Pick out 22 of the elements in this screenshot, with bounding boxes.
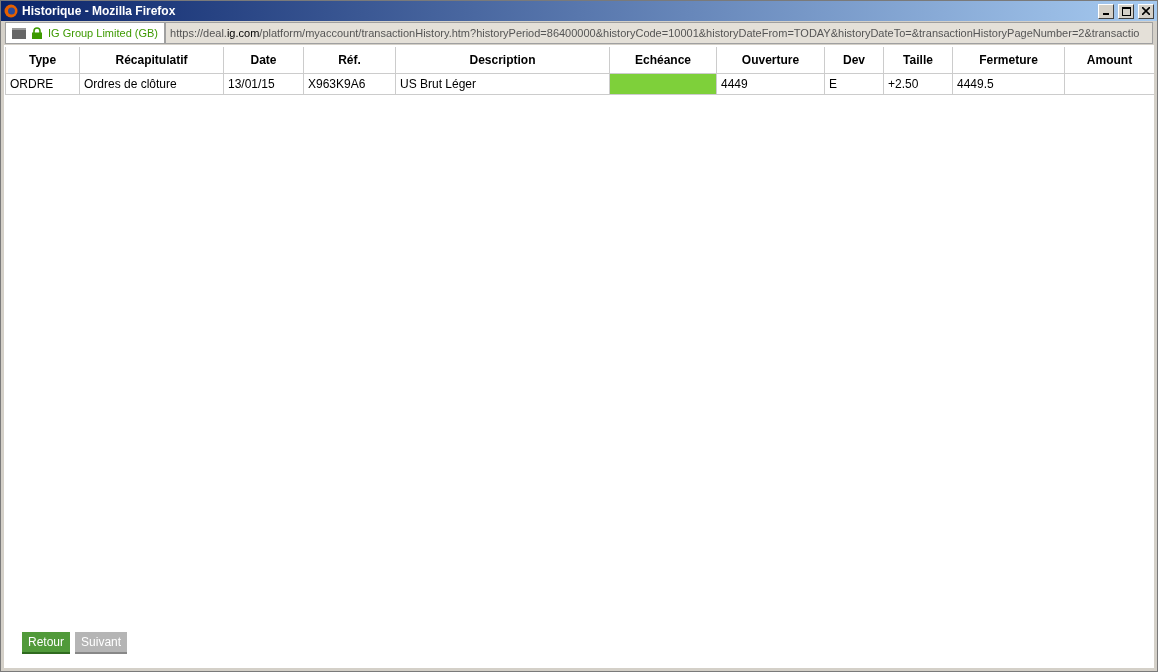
window-title: Historique - Mozilla Firefox <box>22 4 177 18</box>
back-button[interactable]: Retour <box>22 632 71 654</box>
maximize-button[interactable] <box>1118 3 1134 19</box>
table-cell: 13/01/15 <box>223 74 303 95</box>
table-cell: 4449.5 <box>952 74 1064 95</box>
table-cell: E <box>824 74 883 95</box>
table-cell: X963K9A6 <box>303 74 395 95</box>
firefox-logo-icon <box>4 4 18 18</box>
close-button[interactable] <box>1138 3 1154 19</box>
site-identity[interactable]: IG Group Limited (GB) <box>5 22 166 44</box>
table-cell: Ordres de clôture <box>79 74 223 95</box>
close-icon <box>1142 7 1150 15</box>
maximize-icon <box>1121 6 1131 16</box>
identity-label: IG Group Limited (GB) <box>48 27 159 39</box>
lock-icon <box>32 27 42 39</box>
table-cell: US Brut Léger <box>395 74 609 95</box>
table-cell: +2.50 <box>883 74 952 95</box>
minimize-button[interactable] <box>1098 3 1114 19</box>
table-cell: ORDRE <box>5 74 79 95</box>
url-field[interactable]: https://deal.ig.com/platform/myaccount/transactionHistory.htm?historyPeriod=86400000&historyCode=10001&historyDateFrom=TODAY&historyDateTo=&transactionHistoryPageNumber=2&transactio <box>165 22 1153 44</box>
window-icon <box>12 27 26 39</box>
table-cell: 4449 <box>716 74 824 95</box>
